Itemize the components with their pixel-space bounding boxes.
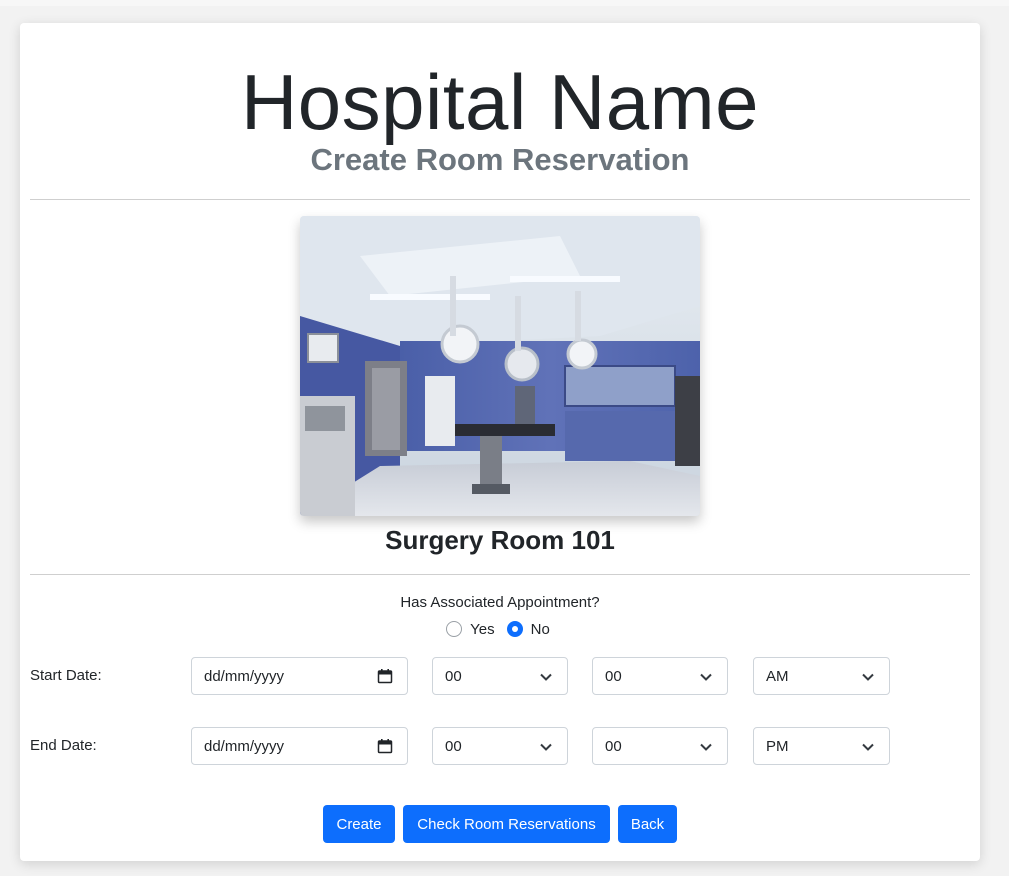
radio-no-circle[interactable] [506,621,523,637]
chevron-down-icon [700,673,712,681]
check-room-reservations-button[interactable]: Check Room Reservations [403,805,610,843]
radio-yes-circle[interactable] [446,621,463,637]
browser-top-strip [0,0,1009,6]
chevron-down-icon [862,673,874,681]
start-date-input[interactable]: dd/mm/yyyy [191,657,408,695]
end-period-value: PM [766,737,789,755]
room-name: Surgery Room 101 [385,525,615,555]
calendar-icon[interactable] [377,668,393,684]
reservation-card: Hospital Name Create Room Reservation Su… [20,23,980,861]
calendar-icon[interactable] [377,738,393,754]
divider-middle [30,574,970,575]
end-hour-value: 00 [445,737,462,755]
hospital-name-title: Hospital Name [240,58,760,146]
chevron-down-icon [862,743,874,751]
radio-no[interactable]: No [506,620,550,638]
radio-yes-label: Yes [470,620,495,638]
divider-top [30,199,970,200]
start-period-value: AM [766,667,789,685]
start-minute-select[interactable]: 00 [592,657,728,695]
start-period-select[interactable]: AM [753,657,890,695]
chevron-down-icon [700,743,712,751]
start-hour-select[interactable]: 00 [432,657,568,695]
appointment-radio-group: Yes No [20,618,980,640]
end-hour-select[interactable]: 00 [432,727,568,765]
end-date-placeholder: dd/mm/yyyy [204,737,285,755]
room-photo [300,216,700,516]
create-button[interactable]: Create [323,805,395,843]
radio-no-label: No [530,620,550,638]
appointment-question: Has Associated Appointment? [400,594,600,611]
chevron-down-icon [540,743,552,751]
end-period-select[interactable]: PM [753,727,890,765]
end-date-input[interactable]: dd/mm/yyyy [191,727,408,765]
end-minute-select[interactable]: 00 [592,727,728,765]
page-subtitle: Create Room Reservation [310,142,690,177]
start-date-label: Start Date: [30,667,102,684]
start-minute-value: 00 [605,667,622,685]
back-button[interactable]: Back [618,805,677,843]
chevron-down-icon [540,673,552,681]
start-hour-value: 00 [445,667,462,685]
start-date-placeholder: dd/mm/yyyy [204,667,285,685]
end-date-label: End Date: [30,737,97,754]
end-minute-value: 00 [605,737,622,755]
radio-yes[interactable]: Yes [446,620,495,638]
